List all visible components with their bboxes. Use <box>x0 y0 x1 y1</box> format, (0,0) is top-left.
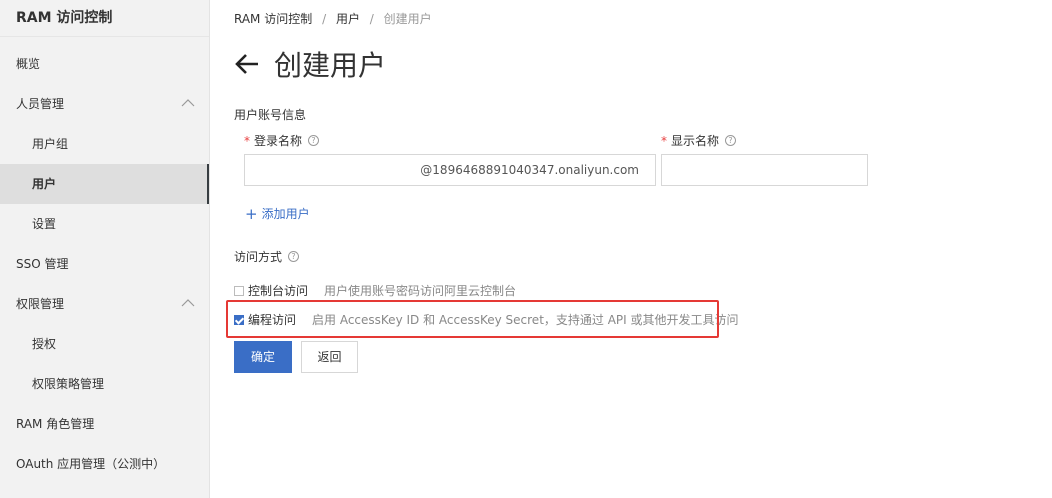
console-access-option[interactable]: 控制台访问 用户使用账号密码访问阿里云控制台 <box>234 282 516 299</box>
display-name-label: * 显示名称 ? <box>661 132 737 149</box>
required-mark: * <box>661 133 667 148</box>
page-header: 创建用户 <box>234 44 386 84</box>
sidebar-item-label: 用户 <box>32 177 57 191</box>
access-method-label-text: 访问方式 <box>234 250 283 264</box>
highlight-annotation-box <box>226 300 719 338</box>
breadcrumb-link-ram[interactable]: RAM 访问控制 <box>234 12 312 26</box>
login-name-label-text: 登录名称 <box>254 134 303 148</box>
login-name-domain-suffix: @1896468891040347.onaliyun.com <box>420 163 639 177</box>
sidebar-item-label: 概览 <box>16 57 41 71</box>
sidebar-item-label: 授权 <box>32 337 57 351</box>
login-name-input[interactable]: @1896468891040347.onaliyun.com <box>244 154 656 186</box>
console-access-label: 控制台访问 <box>248 284 309 298</box>
main-content: RAM 访问控制 / 用户 / 创建用户 创建用户 用户账号信息 * 登录名称 … <box>234 0 1052 498</box>
breadcrumb-separator: / <box>369 12 374 26</box>
access-method-label: 访问方式 ? <box>234 248 300 265</box>
sidebar-item-grants[interactable]: 授权 <box>0 324 209 364</box>
breadcrumb-separator: / <box>322 12 327 26</box>
sidebar: RAM 访问控制 概览 人员管理 用户组 用户 设置 SSO 管理 权限管理 授… <box>0 0 210 498</box>
sidebar-item-label: 人员管理 <box>16 97 65 111</box>
console-access-description: 用户使用账号密码访问阿里云控制台 <box>324 284 517 298</box>
sidebar-item-label: 权限管理 <box>16 297 65 311</box>
help-icon[interactable]: ? <box>308 135 320 146</box>
add-user-button[interactable]: + 添加用户 <box>245 205 310 222</box>
sidebar-item-label: 用户组 <box>32 137 69 151</box>
back-button[interactable]: 返回 <box>301 341 358 373</box>
sidebar-item-users[interactable]: 用户 <box>0 164 209 204</box>
breadcrumb-link-users[interactable]: 用户 <box>336 12 360 26</box>
page-title: 创建用户 <box>274 49 387 82</box>
chevron-up-icon <box>181 299 195 307</box>
sidebar-item-user-groups[interactable]: 用户组 <box>0 124 209 164</box>
add-user-label: 添加用户 <box>261 207 310 221</box>
sidebar-item-label: OAuth 应用管理（公测中） <box>16 457 166 471</box>
sidebar-item-label: 权限策略管理 <box>32 377 105 391</box>
sidebar-item-ram-roles[interactable]: RAM 角色管理 <box>0 404 209 444</box>
sidebar-item-policies[interactable]: 权限策略管理 <box>0 364 209 404</box>
app-title: RAM 访问控制 <box>0 0 209 37</box>
sidebar-item-label: 设置 <box>32 217 57 231</box>
required-mark: * <box>244 133 250 148</box>
sidebar-item-sso[interactable]: SSO 管理 <box>0 244 209 284</box>
arrow-left-icon[interactable] <box>234 53 260 75</box>
breadcrumb: RAM 访问控制 / 用户 / 创建用户 <box>234 10 432 27</box>
breadcrumb-current: 创建用户 <box>383 12 432 26</box>
section-title-account-info: 用户账号信息 <box>234 108 307 122</box>
console-access-checkbox[interactable] <box>234 285 244 296</box>
login-name-label: * 登录名称 ? <box>244 132 320 149</box>
display-name-label-text: 显示名称 <box>671 134 720 148</box>
confirm-button[interactable]: 确定 <box>234 341 292 373</box>
help-icon[interactable]: ? <box>725 135 737 146</box>
plus-icon: + <box>245 204 258 223</box>
sidebar-item-overview[interactable]: 概览 <box>0 44 209 84</box>
sidebar-item-permission-management[interactable]: 权限管理 <box>0 284 209 324</box>
sidebar-item-label: SSO 管理 <box>16 257 69 271</box>
sidebar-item-settings[interactable]: 设置 <box>0 204 209 244</box>
chevron-up-icon <box>181 99 195 107</box>
sidebar-item-label: RAM 角色管理 <box>16 417 95 431</box>
sidebar-item-people-management[interactable]: 人员管理 <box>0 84 209 124</box>
sidebar-item-oauth-apps[interactable]: OAuth 应用管理（公测中） <box>0 444 209 484</box>
help-icon[interactable]: ? <box>288 251 300 262</box>
display-name-input[interactable] <box>661 154 868 186</box>
